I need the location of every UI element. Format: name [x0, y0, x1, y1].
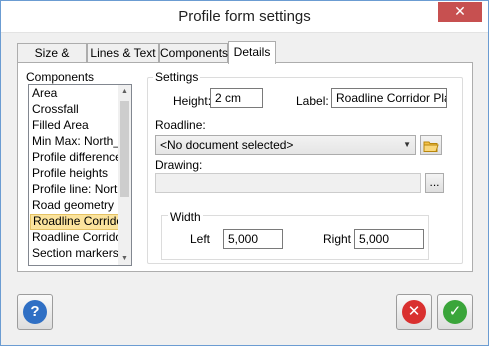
list-item[interactable]: Section markers [30, 246, 120, 262]
ok-button[interactable]: ✓ [437, 294, 473, 330]
width-right-field[interactable]: 5,000 [354, 229, 424, 249]
window-title: Profile form settings [178, 8, 311, 25]
width-left-field[interactable]: 5,000 [223, 229, 283, 249]
list-item-selected[interactable]: Roadline Corrido [30, 214, 120, 230]
settings-label: Settings [153, 70, 201, 84]
scroll-thumb[interactable] [120, 101, 129, 197]
tab-panel-details: Components Area Crossfall Filled Area Mi… [17, 62, 473, 272]
ok-check-icon: ✓ [443, 300, 467, 324]
list-item[interactable]: Profile difference [30, 150, 120, 166]
tab-components[interactable]: Components [159, 43, 228, 63]
list-item[interactable]: Road geometry [30, 198, 120, 214]
folder-icon [423, 141, 439, 152]
drawing-field[interactable] [155, 173, 421, 193]
width-left-label: Left [190, 232, 211, 246]
list-item[interactable]: Area [30, 86, 120, 102]
roadline-combo[interactable]: <No document selected> ▼ [155, 135, 416, 155]
components-list[interactable]: Area Crossfall Filled Area Min Max: Nort… [28, 84, 132, 266]
open-folder-button[interactable] [420, 135, 442, 155]
height-field[interactable]: 2 cm [210, 88, 263, 108]
title-bar: Profile form settings ✕ [1, 1, 488, 33]
list-item[interactable]: Profile line: North [30, 182, 120, 198]
list-item[interactable]: Min Max: North_r [30, 134, 120, 150]
list-item[interactable]: Filled Area [30, 118, 120, 134]
chevron-down-icon: ▼ [403, 140, 411, 149]
cancel-icon: ✕ [402, 300, 426, 324]
list-item[interactable]: Profile heights [30, 166, 120, 182]
height-label: Height: [173, 94, 212, 108]
width-right-label: Right [323, 232, 352, 246]
scroll-up-arrow-icon[interactable]: ▲ [118, 85, 131, 98]
label-label: Label: [296, 94, 329, 108]
tab-lines-text[interactable]: Lines & Text [87, 43, 159, 63]
help-button[interactable]: ? [17, 294, 53, 330]
dialog-window: Profile form settings ✕ Size & Scale Lin… [0, 0, 489, 346]
scroll-down-arrow-icon[interactable]: ▼ [118, 252, 131, 265]
roadline-label: Roadline: [155, 118, 206, 132]
tab-size-scale[interactable]: Size & Scale [17, 43, 87, 78]
cancel-button[interactable]: ✕ [396, 294, 432, 330]
width-label: Width [168, 210, 203, 224]
tab-details[interactable]: Details [228, 41, 276, 64]
close-button[interactable]: ✕ [438, 2, 482, 22]
help-icon: ? [23, 300, 47, 324]
roadline-combo-value: <No document selected> [160, 138, 294, 152]
components-scrollbar[interactable]: ▲ ▼ [118, 85, 131, 265]
browse-drawing-button[interactable]: ... [425, 173, 444, 193]
list-item[interactable]: Crossfall [30, 102, 120, 118]
label-field[interactable]: Roadline Corridor Plane [331, 88, 447, 108]
list-item[interactable]: Roadline Corrido [30, 230, 120, 246]
drawing-label: Drawing: [155, 158, 203, 172]
components-label: Components [26, 70, 95, 84]
